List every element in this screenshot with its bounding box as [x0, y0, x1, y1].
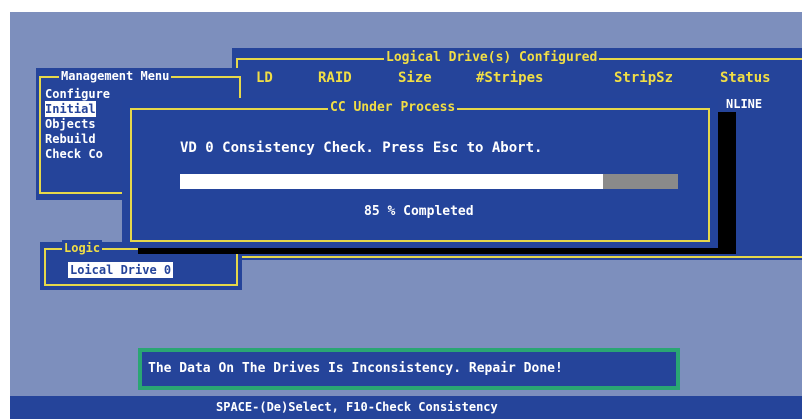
menu-item-objects[interactable]: Objects: [45, 116, 96, 132]
menu-item-rebuild[interactable]: Rebuild: [45, 131, 96, 147]
status-bar: SPACE-(De)Select, F10-Check Consistency: [10, 396, 802, 419]
menu-item-check-consistency[interactable]: Check Co: [45, 146, 103, 162]
drive-status-value: NLINE: [726, 97, 763, 111]
logical-drive-box-title: Logic: [62, 240, 103, 256]
column-header-ld: LD: [256, 70, 273, 86]
status-bar-text: SPACE-(De)Select, F10-Check Consistency: [216, 400, 498, 414]
progress-bar-track: [180, 174, 678, 189]
logical-drive-item[interactable]: Loical Drive 0: [68, 262, 174, 278]
column-header-size: Size: [398, 70, 432, 86]
column-header-raid: RAID: [318, 70, 352, 86]
cc-dialog-message: VD 0 Consistency Check. Press Esc to Abo…: [180, 140, 543, 156]
notification-text: The Data On The Drives Is Inconsistency.…: [148, 361, 563, 376]
menu-item-initialize[interactable]: Initial: [45, 101, 96, 117]
column-header-stripes: #Stripes: [476, 70, 544, 86]
repair-notification: The Data On The Drives Is Inconsistency.…: [138, 348, 680, 390]
dialog-shadow-side: [716, 112, 736, 254]
cc-progress-dialog: CC Under Process VD 0 Consistency Check.…: [122, 98, 718, 248]
logical-drives-title: Logical Drive(s) Configured: [384, 50, 600, 66]
cc-dialog-title: CC Under Process: [328, 100, 458, 116]
progress-text: 85 % Completed: [364, 204, 474, 219]
column-header-status: Status: [720, 70, 771, 86]
column-header-stripsz: StripSz: [614, 70, 674, 86]
bios-screen: Logical Drive(s) Configured LD RAID Size…: [10, 12, 802, 419]
menu-item-configure[interactable]: Configure: [45, 86, 110, 102]
progress-bar-fill: [180, 174, 604, 189]
management-menu-title: Management Menu: [59, 68, 172, 84]
